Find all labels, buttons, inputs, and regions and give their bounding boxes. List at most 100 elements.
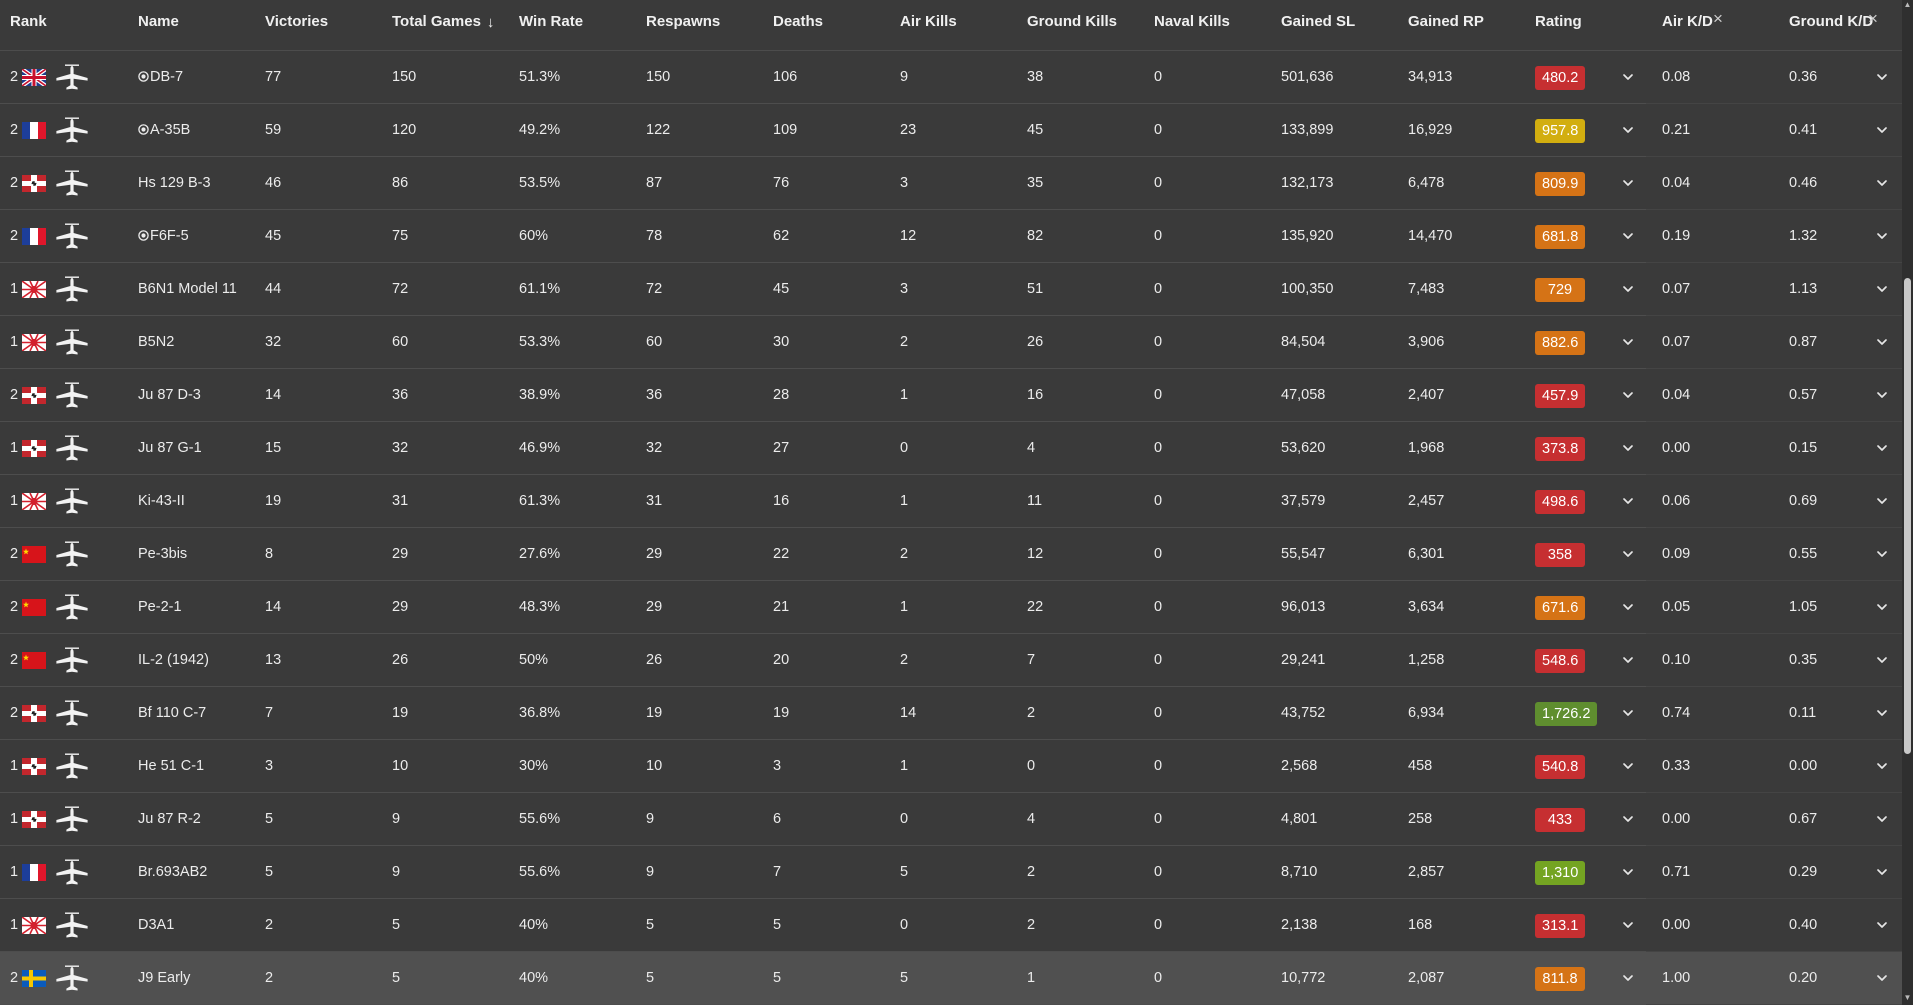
scroll-up-icon[interactable]: ▲ — [1902, 0, 1913, 10]
table-row[interactable]: 1 Br.693AB2 5 9 55.6% 9 7 5 2 0 8,710 2,857 0.71 0.29… — [0, 846, 1902, 899]
table-row[interactable]: 1 Ki-43-II 19 31 61.3% 31 16 1 11 0 37,579 2,457 0.0… — [0, 475, 1902, 528]
vehicle-name-cell[interactable]: Pe-3bis — [138, 528, 187, 581]
vehicle-name-cell[interactable]: B6N1 Model 11 — [138, 263, 237, 316]
chevron-down-icon[interactable] — [1875, 441, 1889, 455]
chevron-down-icon[interactable] — [1621, 865, 1635, 879]
vehicle-name-cell[interactable]: Bf 110 C-7 — [138, 687, 206, 740]
column-header-total-games[interactable]: Total Games ↓ — [392, 0, 494, 44]
table-row[interactable]: 1 B5N2 32 60 53.3% 60 30 2 26 0 84,504 3,906 0.07 0.8… — [0, 316, 1902, 369]
table-row[interactable]: 2 Ju 87 D-3 14 36 38.9% 36 28 1 16 0 47,058 2,407 0.… — [0, 369, 1902, 422]
chevron-down-icon[interactable] — [1875, 971, 1889, 985]
vehicle-name-cell[interactable]: Ki-43-II — [138, 475, 185, 528]
chevron-down-icon[interactable] — [1621, 547, 1635, 561]
chevron-down-icon[interactable] — [1875, 335, 1889, 349]
chevron-down-icon[interactable] — [1621, 759, 1635, 773]
chevron-down-icon[interactable] — [1875, 70, 1889, 84]
table-row[interactable]: 1 D3A1 2 5 40% 5 5 0 2 0 2,138 168 0.00 0.40 313.1 — [0, 899, 1902, 952]
table-row[interactable]: 2 Bf 110 C-7 7 19 36.8% 19 19 14 2 0 43,752 6,934 0.… — [0, 687, 1902, 740]
column-header-ground-kd[interactable]: Ground K/D — [1789, 0, 1873, 44]
vehicle-name-cell[interactable]: J9 Early — [138, 952, 190, 1005]
column-header-deaths[interactable]: Deaths — [773, 0, 823, 44]
vehicle-name-cell[interactable]: Ju 87 G-1 — [138, 422, 202, 475]
chevron-down-icon[interactable] — [1621, 335, 1635, 349]
deaths-cell: 20 — [773, 652, 790, 668]
close-icon[interactable]: × — [1713, 0, 1723, 38]
vertical-scrollbar[interactable]: ▲ ▼ — [1902, 0, 1913, 1005]
table-row[interactable]: 2 Pe-2-1 14 29 48.3% 29 21 1 22 0 96,013 3,634 0.05 1… — [0, 581, 1902, 634]
vehicle-name-cell[interactable]: D3A1 — [138, 899, 174, 952]
table-row[interactable]: 1 Ju 87 R-2 5 9 55.6% 9 6 0 4 0 4,801 258 0.00 0.67 43… — [0, 793, 1902, 846]
respawns-cell: 60 — [646, 334, 663, 350]
table-row[interactable]: 2 A-35B 59 120 49.2% 122 109 23 45 0 133,899 16,929… — [0, 104, 1902, 157]
chevron-down-icon[interactable] — [1621, 70, 1635, 84]
table-row[interactable]: 2 Hs 129 B-3 46 86 53.5% 87 76 3 35 0 132,173 6,478… — [0, 157, 1902, 210]
close-icon[interactable]: × — [1868, 0, 1878, 38]
chevron-down-icon[interactable] — [1875, 123, 1889, 137]
chevron-down-icon[interactable] — [1875, 547, 1889, 561]
table-row[interactable]: 2 IL-2 (1942) 13 26 50% 26 20 2 7 0 29,241 1,258 0.1… — [0, 634, 1902, 687]
chevron-down-icon[interactable] — [1875, 759, 1889, 773]
vehicle-name-cell[interactable]: A-35B — [138, 104, 190, 157]
vehicle-name-cell[interactable]: F6F-5 — [138, 210, 189, 263]
table-row[interactable]: 1 Ju 87 G-1 15 32 46.9% 32 27 0 4 0 53,620 1,968 0.0… — [0, 422, 1902, 475]
table-row[interactable]: 2 J9 Early 2 5 40% 5 5 5 1 0 10,772 2,087 1.00 0.20 81… — [0, 952, 1902, 1005]
chevron-down-icon[interactable] — [1875, 494, 1889, 508]
arrow-down-icon[interactable]: ↓ — [487, 1, 495, 45]
column-header-rank[interactable]: Rank — [10, 0, 47, 44]
chevron-down-icon[interactable] — [1875, 812, 1889, 826]
vehicle-name-cell[interactable]: IL-2 (1942) — [138, 634, 209, 687]
column-header-name[interactable]: Name — [138, 0, 179, 44]
column-header-gained-sl[interactable]: Gained SL — [1281, 0, 1355, 44]
total-games-cell: 9 — [392, 811, 401, 827]
vehicle-name-cell[interactable]: He 51 C-1 — [138, 740, 204, 793]
column-header-air-kills[interactable]: Air Kills — [900, 0, 957, 44]
chevron-down-icon[interactable] — [1875, 388, 1889, 402]
vehicle-name-cell[interactable]: Br.693AB2 — [138, 846, 207, 899]
chevron-down-icon[interactable] — [1621, 176, 1635, 190]
chevron-down-icon[interactable] — [1621, 812, 1635, 826]
chevron-down-icon[interactable] — [1621, 229, 1635, 243]
chevron-down-icon[interactable] — [1621, 971, 1635, 985]
scroll-down-icon[interactable]: ▼ — [1902, 993, 1913, 1003]
column-header-win-rate[interactable]: Win Rate — [519, 0, 583, 44]
chevron-down-icon[interactable] — [1621, 123, 1635, 137]
column-header-rating[interactable]: Rating — [1535, 0, 1582, 44]
win-rate-cell: 27.6% — [519, 546, 561, 562]
column-header-air-kd[interactable]: Air K/D — [1662, 0, 1713, 44]
chevron-down-icon[interactable] — [1875, 229, 1889, 243]
table-row[interactable]: 1 He 51 C-1 3 10 30% 10 3 1 0 0 2,568 458 0.33 0.00 54… — [0, 740, 1902, 793]
vehicle-name-cell[interactable]: Ju 87 R-2 — [138, 793, 201, 846]
vehicle-name-cell[interactable]: Ju 87 D-3 — [138, 369, 201, 422]
chevron-down-icon[interactable] — [1621, 918, 1635, 932]
chevron-down-icon[interactable] — [1875, 176, 1889, 190]
table-row[interactable]: 2 DB-7 77 150 51.3% 150 106 9 38 0 501,636 34,913 0.… — [0, 51, 1902, 104]
chevron-down-icon[interactable] — [1621, 388, 1635, 402]
chevron-down-icon[interactable] — [1621, 600, 1635, 614]
scrollbar-thumb[interactable] — [1904, 278, 1911, 754]
chevron-down-icon[interactable] — [1621, 706, 1635, 720]
chevron-down-icon[interactable] — [1621, 282, 1635, 296]
chevron-down-icon[interactable] — [1875, 706, 1889, 720]
ground-kills-cell: 35 — [1027, 175, 1044, 191]
table-row[interactable]: 2 F6F-5 45 75 60% 78 62 12 82 0 135,920 14,470 0.19 1… — [0, 210, 1902, 263]
column-header-victories[interactable]: Victories — [265, 0, 328, 44]
chevron-down-icon[interactable] — [1875, 600, 1889, 614]
vehicle-name-cell[interactable]: Hs 129 B-3 — [138, 157, 211, 210]
chevron-down-icon[interactable] — [1875, 653, 1889, 667]
table-row[interactable]: 1 B6N1 Model 11 44 72 61.1% 72 45 3 51 0 100,350 7,… — [0, 263, 1902, 316]
table-row[interactable]: 2 Pe-3bis 8 29 27.6% 29 22 2 12 0 55,547 6,301 0.09 0… — [0, 528, 1902, 581]
column-header-ground-kills[interactable]: Ground Kills — [1027, 0, 1117, 44]
chevron-down-icon[interactable] — [1621, 441, 1635, 455]
column-header-respawns[interactable]: Respawns — [646, 0, 720, 44]
chevron-down-icon[interactable] — [1875, 918, 1889, 932]
vehicle-name-cell[interactable]: B5N2 — [138, 316, 174, 369]
vehicle-name-cell[interactable]: DB-7 — [138, 51, 183, 104]
column-header-gained-rp[interactable]: Gained RP — [1408, 0, 1484, 44]
chevron-down-icon[interactable] — [1621, 494, 1635, 508]
chevron-down-icon[interactable] — [1621, 653, 1635, 667]
rank-cell: 2 — [10, 175, 19, 191]
vehicle-name-cell[interactable]: Pe-2-1 — [138, 581, 182, 634]
chevron-down-icon[interactable] — [1875, 282, 1889, 296]
column-header-naval-kills[interactable]: Naval Kills — [1154, 0, 1230, 44]
chevron-down-icon[interactable] — [1875, 865, 1889, 879]
